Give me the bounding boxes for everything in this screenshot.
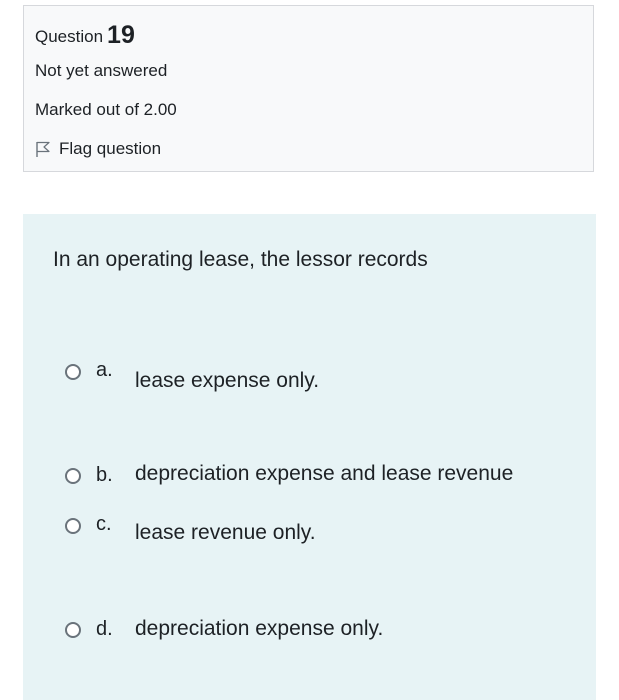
- flag-icon: [36, 141, 50, 157]
- option-letter-b: b.: [96, 464, 113, 486]
- radio-a[interactable]: [65, 364, 81, 380]
- question-label: Question: [35, 27, 104, 46]
- radio-c[interactable]: [65, 518, 81, 534]
- option-letter-d: d.: [96, 618, 113, 640]
- question-text: In an operating lease, the lessor record…: [53, 248, 428, 271]
- question-grade: Marked out of 2.00: [35, 100, 177, 119]
- option-text-a: lease expense only.: [135, 369, 320, 392]
- question-info-panel: Question 19 Not yet answered Marked out o…: [23, 5, 594, 172]
- radio-d[interactable]: [65, 622, 81, 638]
- option-letter-a: a.: [96, 359, 113, 381]
- option-text-d: depreciation expense only.: [135, 617, 384, 640]
- question-number-heading: Question 19: [35, 21, 135, 50]
- flag-question-label: Flag question: [59, 139, 162, 158]
- option-letter-c: c.: [96, 513, 112, 535]
- radio-b[interactable]: [65, 468, 81, 484]
- question-number: 19: [107, 21, 135, 49]
- option-text-c: lease revenue only.: [135, 521, 316, 544]
- question-state: Not yet answered: [35, 61, 168, 80]
- question-content: In an operating lease, the lessor record…: [23, 214, 596, 700]
- flag-question-button[interactable]: Flag question: [35, 139, 161, 159]
- option-text-b: depreciation expense and lease revenue: [135, 462, 514, 485]
